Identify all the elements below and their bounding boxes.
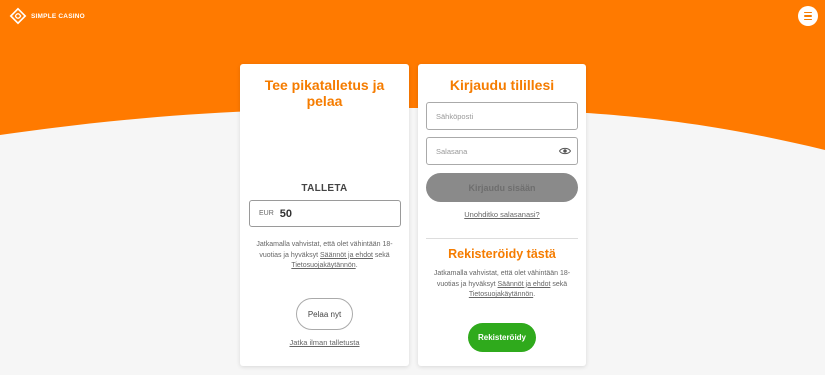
password-placeholder: Salasana — [436, 146, 468, 156]
email-placeholder: Sähköposti — [436, 111, 474, 121]
divider — [426, 238, 578, 239]
privacy-link[interactable]: Tietosuojakäytännön — [469, 291, 533, 298]
quick-deposit-card: Tee pikatalletus ja pelaa TALLETA EUR 50… — [240, 64, 409, 366]
logo-icon — [9, 7, 27, 25]
logo-text: SIMPLE CASINO — [31, 12, 85, 20]
login-card: Kirjaudu tilillesi Sähköposti Salasana K… — [418, 64, 586, 366]
deposit-label: TALLETA — [301, 183, 348, 194]
forgot-password-link[interactable]: Unohditko salasanasi? — [418, 210, 586, 219]
continue-without-deposit-link[interactable]: Jatka ilman talletusta — [240, 338, 409, 347]
login-title: Kirjaudu tilillesi — [449, 77, 555, 93]
terms-link[interactable]: Säännöt ja ehdot — [320, 252, 373, 259]
deposit-terms: Jatkamalla vahvistat, että olet vähintää… — [256, 241, 393, 269]
amount-value: 50 — [279, 207, 293, 220]
login-button[interactable]: Kirjaudu sisään — [426, 173, 578, 202]
play-now-button[interactable]: Pelaa nyt — [296, 298, 353, 330]
privacy-link[interactable]: Tietosuojakäytännön — [291, 262, 355, 269]
eye-icon[interactable] — [559, 146, 571, 156]
hamburger-icon — [804, 11, 812, 14]
password-field[interactable]: Salasana — [426, 137, 578, 165]
menu-button[interactable] — [798, 6, 818, 26]
deposit-title: Tee pikatalletus ja pelaa — [264, 77, 385, 109]
currency-label: EUR — [259, 210, 274, 217]
terms-link[interactable]: Säännöt ja ehdot — [498, 281, 551, 288]
email-field[interactable]: Sähköposti — [426, 102, 578, 130]
register-terms: Jatkamalla vahvistat, että olet vähintää… — [433, 270, 571, 298]
register-title: Rekisteröidy tästä — [448, 247, 556, 261]
logo[interactable]: SIMPLE CASINO — [9, 7, 85, 25]
deposit-amount-input[interactable]: EUR 50 — [249, 200, 401, 227]
top-bar: SIMPLE CASINO — [0, 0, 825, 34]
register-button[interactable]: Rekisteröidy — [468, 323, 536, 352]
